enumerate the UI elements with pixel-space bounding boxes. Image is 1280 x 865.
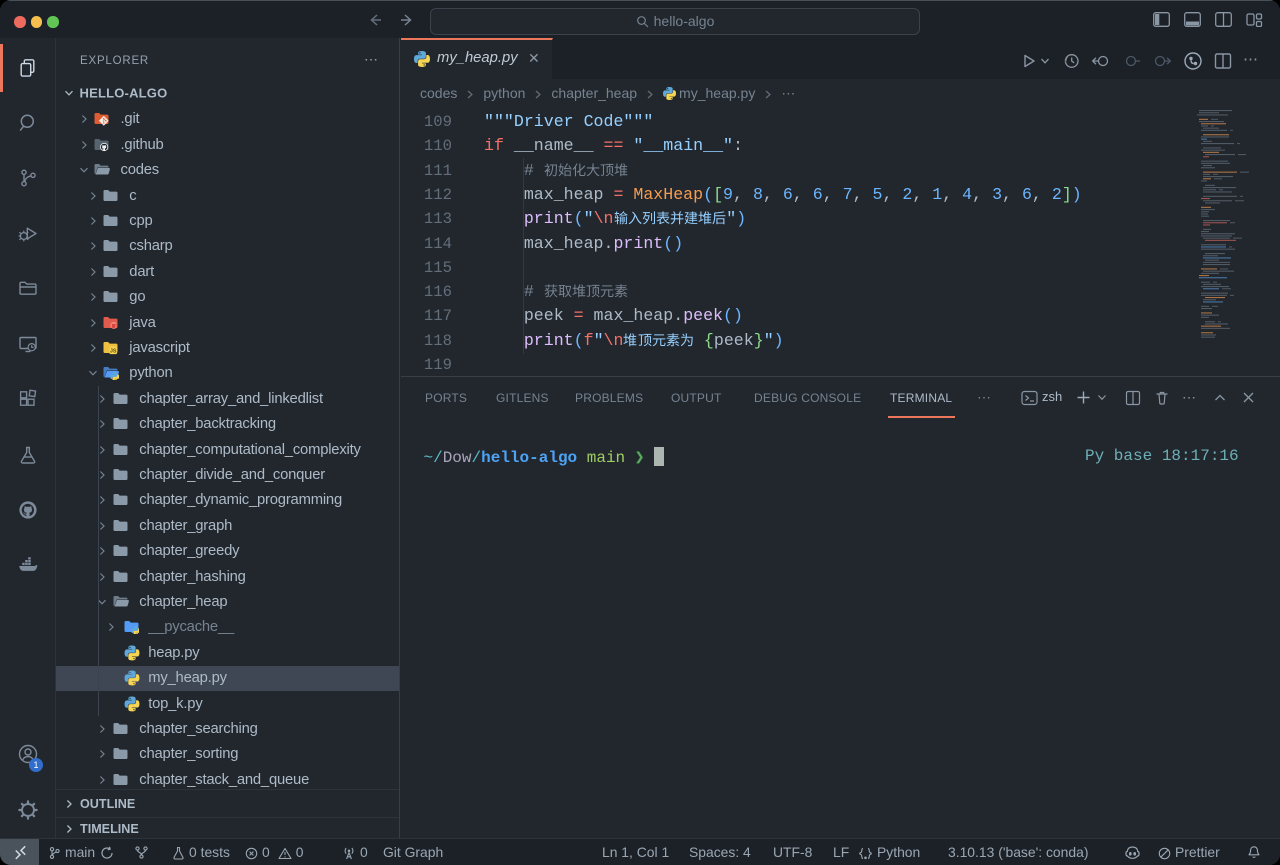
svg-text:JS: JS [110,349,117,355]
